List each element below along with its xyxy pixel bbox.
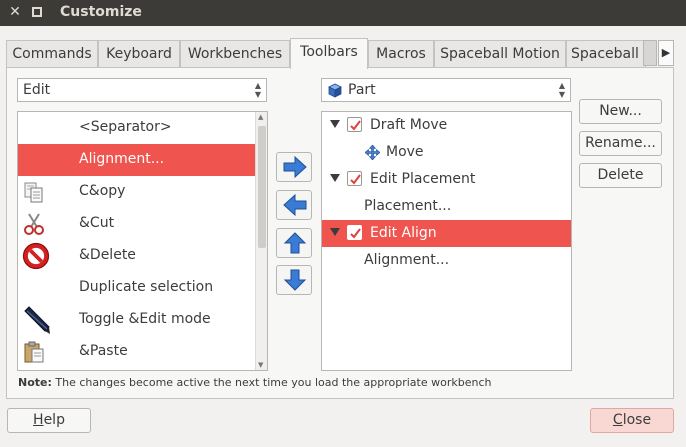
arrow-down-icon <box>283 269 307 291</box>
list-item[interactable]: C&opy <box>18 176 256 208</box>
arrow-up-icon <box>283 232 307 254</box>
move-up-button[interactable] <box>276 228 312 258</box>
copy-icon <box>24 182 43 203</box>
checkmark-icon <box>350 174 361 185</box>
tab-toolbars[interactable]: Toolbars <box>290 38 368 69</box>
command-label: Toggle &Edit mode <box>79 311 211 327</box>
category-combo-value: Edit <box>23 82 51 98</box>
tab-scroll-right-icon[interactable]: ▶ <box>658 40 674 66</box>
combo-updown-icon: ▲ ▼ <box>558 81 566 99</box>
list-item[interactable]: &Cut <box>18 208 256 240</box>
tree-item-label: Alignment... <box>364 252 450 268</box>
command-label: Alignment... <box>79 151 165 167</box>
tab-workbenches[interactable]: Workbenches <box>180 40 290 68</box>
list-item[interactable]: Duplicate selection <box>18 272 256 304</box>
tab-scroll-left-button[interactable] <box>643 40 657 66</box>
tab-spaceball-buttons[interactable]: Spaceball B <box>566 40 646 68</box>
workbench-combo-value: Part <box>348 82 376 98</box>
workbench-combo[interactable]: Part ▲ ▼ <box>321 78 571 102</box>
scissors-icon <box>24 213 44 235</box>
arrow-right-icon <box>283 156 307 178</box>
move-down-button[interactable] <box>276 265 312 295</box>
tab-macros[interactable]: Macros <box>368 40 434 68</box>
checkmark-icon <box>350 120 361 131</box>
add-to-toolbar-button[interactable] <box>276 152 312 182</box>
help-button[interactable]: Help <box>7 408 91 433</box>
toolbar-checkbox[interactable] <box>347 225 362 240</box>
tree-item-label: Edit Placement <box>370 171 476 187</box>
command-label: &Delete <box>79 247 136 263</box>
arrow-left-icon <box>283 194 307 216</box>
tree-item-label: Move <box>386 144 424 160</box>
toolbar-tree[interactable]: Draft Move Move Edit Placement Placement… <box>321 111 572 371</box>
window-title: Customize <box>60 4 142 20</box>
delete-toolbar-button[interactable]: Delete <box>579 163 662 188</box>
tree-item-label: Placement... <box>364 198 452 214</box>
tree-item[interactable]: Draft Move <box>322 112 571 139</box>
remove-from-toolbar-button[interactable] <box>276 190 312 220</box>
commands-list[interactable]: <Separator> Alignment... C&opy &Cut &Del… <box>17 111 268 371</box>
list-item[interactable]: Toggle &Edit mode <box>18 304 256 336</box>
new-toolbar-button[interactable]: New... <box>579 99 662 124</box>
scroll-up-icon[interactable]: ▲ <box>258 113 263 121</box>
checkmark-icon <box>350 228 361 239</box>
expand-triangle-icon[interactable] <box>330 119 340 129</box>
close-window-icon[interactable]: ✕ <box>8 4 22 20</box>
tree-item[interactable]: Alignment... <box>322 247 571 274</box>
tree-item[interactable]: Placement... <box>322 193 571 220</box>
commands-scrollbar[interactable]: ▲ ▼ <box>255 112 267 370</box>
command-label: <Separator> <box>79 119 172 135</box>
command-label: C&opy <box>79 183 126 199</box>
title-bar: ✕ Customize <box>0 0 686 26</box>
rename-toolbar-button[interactable]: Rename... <box>579 131 662 156</box>
list-item[interactable]: &Delete <box>18 240 256 272</box>
close-button[interactable]: Close <box>590 408 674 433</box>
expand-triangle-icon[interactable] <box>330 227 340 237</box>
toolbar-checkbox[interactable] <box>347 171 362 186</box>
paste-icon <box>24 341 44 363</box>
move-icon <box>365 145 380 160</box>
tree-item-label: Draft Move <box>370 117 448 133</box>
command-label: &Cut <box>79 215 115 231</box>
close-label-rest: lose <box>622 412 652 428</box>
delete-icon <box>22 242 50 270</box>
help-mnemonic: H <box>33 412 44 428</box>
toolbar-checkbox[interactable] <box>347 117 362 132</box>
scrollbar-thumb[interactable] <box>258 126 266 248</box>
maximize-window-icon[interactable] <box>32 7 42 17</box>
tab-bar: Commands Keyboard Workbenches Toolbars M… <box>6 38 656 69</box>
tree-item-label: Edit Align <box>370 225 437 241</box>
help-label-rest: elp <box>43 412 65 428</box>
pencil-icon <box>24 306 50 334</box>
command-label: &Paste <box>79 343 128 359</box>
combo-updown-icon: ▲ ▼ <box>254 81 262 99</box>
tab-spaceball-motion[interactable]: Spaceball Motion <box>434 40 566 68</box>
list-item[interactable]: Alignment... <box>18 144 256 176</box>
close-mnemonic: C <box>612 412 623 428</box>
tab-keyboard[interactable]: Keyboard <box>98 40 180 68</box>
expand-triangle-icon[interactable] <box>330 173 340 183</box>
part-cube-icon <box>328 83 342 98</box>
tree-item[interactable]: Move <box>322 139 571 166</box>
tree-item[interactable]: Edit Align <box>322 220 571 247</box>
category-combo[interactable]: Edit ▲ ▼ <box>17 78 267 102</box>
tree-item[interactable]: Edit Placement <box>322 166 571 193</box>
command-label: Duplicate selection <box>79 279 214 295</box>
note-text: Note: The changes become active the next… <box>18 376 491 389</box>
tab-commands[interactable]: Commands <box>6 40 98 68</box>
list-item[interactable]: &Paste <box>18 336 256 368</box>
scroll-down-icon[interactable]: ▼ <box>258 361 263 369</box>
note-prefix: Note: <box>18 376 52 389</box>
note-body: The changes become active the next time … <box>51 376 492 389</box>
list-item[interactable]: <Separator> <box>18 112 256 144</box>
